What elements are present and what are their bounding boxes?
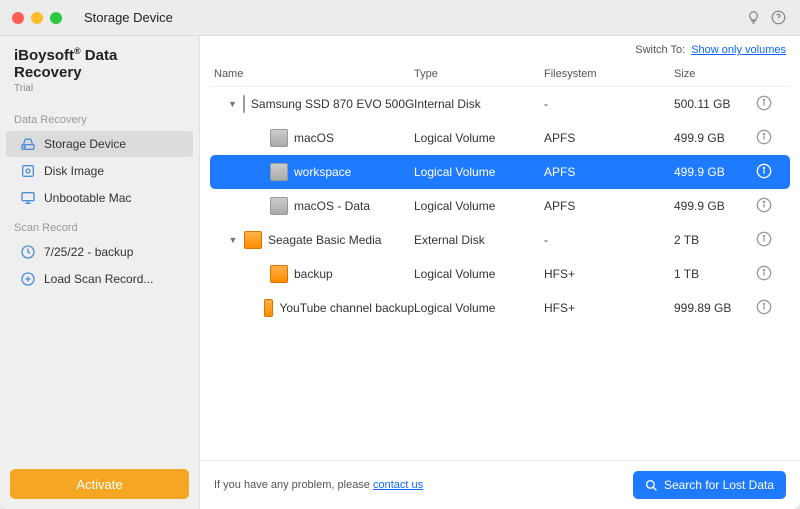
table-row[interactable]: macOS Logical VolumeAPFS499.9 GB (210, 121, 790, 155)
switch-label: Switch To: (635, 44, 685, 56)
chevron-down-icon[interactable]: ▼ (228, 235, 238, 245)
table-row[interactable]: ▼ Seagate Basic Media External Disk-2 TB (210, 223, 790, 257)
sidebar-item-label: 7/25/22 - backup (44, 245, 133, 259)
sidebar: iBoysoft® Data Recovery Trial Data Recov… (0, 36, 200, 509)
row-fs: - (544, 97, 674, 111)
footer: If you have any problem, please contact … (200, 460, 800, 509)
row-size: 499.9 GB (674, 131, 756, 145)
info-icon[interactable] (756, 95, 772, 111)
row-type: Logical Volume (414, 199, 544, 213)
info-icon[interactable] (756, 265, 772, 281)
table-row[interactable]: workspace Logical VolumeAPFS499.9 GB (210, 155, 790, 189)
table-row[interactable]: backup Logical VolumeHFS+1 TB (210, 257, 790, 291)
chevron-down-icon[interactable]: ▼ (228, 99, 237, 109)
external-drive-icon (270, 265, 288, 283)
lightbulb-icon[interactable] (746, 10, 761, 25)
internal-drive-icon (243, 95, 245, 113)
table-header: Name Type Filesystem Size (210, 62, 790, 87)
storage-table: Name Type Filesystem Size ▼ Samsung SSD 8… (200, 62, 800, 460)
main-panel: Switch To: Show only volumes Name Type F… (200, 36, 800, 509)
row-fs: APFS (544, 199, 674, 213)
search-icon (645, 479, 658, 492)
row-fs: APFS (544, 131, 674, 145)
switch-row: Switch To: Show only volumes (200, 36, 800, 62)
col-size[interactable]: Size (674, 68, 756, 80)
row-name: workspace (294, 165, 351, 179)
internal-drive-icon (270, 129, 288, 147)
row-size: 1 TB (674, 267, 756, 281)
titlebar: Storage Device (0, 0, 800, 36)
info-icon[interactable] (756, 163, 772, 179)
info-icon[interactable] (756, 129, 772, 145)
table-row[interactable]: YouTube channel backupLogical VolumeHFS+… (210, 291, 790, 325)
external-drive-icon (244, 231, 262, 249)
help-icon[interactable] (771, 10, 786, 25)
row-name: backup (294, 267, 333, 281)
internal-drive-icon (270, 197, 288, 215)
row-fs: HFS+ (544, 267, 674, 281)
contact-link[interactable]: contact us (373, 479, 423, 491)
row-name: YouTube channel backup (279, 301, 414, 315)
sidebar-item-disk-image[interactable]: Disk Image (6, 158, 193, 184)
info-icon[interactable] (756, 299, 772, 315)
app-window: Storage Device iBoysoft® Data Recovery T… (0, 0, 800, 509)
info-icon[interactable] (756, 197, 772, 213)
brand-trial: Trial (0, 83, 199, 104)
row-name: Samsung SSD 870 EVO 500GB... (251, 97, 414, 111)
activate-button[interactable]: Activate (10, 469, 189, 499)
sidebar-item-label: Storage Device (44, 137, 126, 151)
table-row[interactable]: ▼ Samsung SSD 870 EVO 500GB...Internal Di… (210, 87, 790, 121)
col-type[interactable]: Type (414, 68, 544, 80)
row-name: macOS - Data (294, 199, 370, 213)
row-name: Seagate Basic Media (268, 233, 381, 247)
zoom-icon[interactable] (50, 12, 62, 24)
row-fs: - (544, 233, 674, 247)
row-name: macOS (294, 131, 334, 145)
sidebar-item-load-scan-record-[interactable]: Load Scan Record... (6, 266, 193, 292)
switch-link[interactable]: Show only volumes (691, 44, 786, 56)
row-size: 500.11 GB (674, 97, 756, 111)
external-drive-icon (264, 299, 273, 317)
sidebar-item-unbootable-mac[interactable]: Unbootable Mac (6, 185, 193, 211)
brand-name: iBoysoft® Data Recovery (0, 36, 199, 83)
traffic-lights (0, 12, 74, 24)
close-icon[interactable] (12, 12, 24, 24)
col-name[interactable]: Name (214, 68, 414, 80)
search-button[interactable]: Search for Lost Data (633, 471, 786, 499)
footer-text: If you have any problem, please (214, 479, 373, 491)
sidebar-item-label: Disk Image (44, 164, 104, 178)
section-label: Scan Record (0, 212, 199, 238)
row-size: 2 TB (674, 233, 756, 247)
row-size: 499.9 GB (674, 165, 756, 179)
row-type: External Disk (414, 233, 544, 247)
row-type: Logical Volume (414, 131, 544, 145)
row-fs: HFS+ (544, 301, 674, 315)
row-size: 499.9 GB (674, 199, 756, 213)
minimize-icon[interactable] (31, 12, 43, 24)
row-size: 999.89 GB (674, 301, 756, 315)
sidebar-item-label: Load Scan Record... (44, 272, 153, 286)
table-row[interactable]: macOS - Data Logical VolumeAPFS499.9 GB (210, 189, 790, 223)
section-label: Data Recovery (0, 104, 199, 130)
row-fs: APFS (544, 165, 674, 179)
row-type: Internal Disk (414, 97, 544, 111)
window-title: Storage Device (74, 10, 746, 25)
row-type: Logical Volume (414, 301, 544, 315)
row-type: Logical Volume (414, 267, 544, 281)
col-fs[interactable]: Filesystem (544, 68, 674, 80)
sidebar-item-label: Unbootable Mac (44, 191, 131, 205)
internal-drive-icon (270, 163, 288, 181)
search-button-label: Search for Lost Data (664, 478, 774, 492)
sidebar-item-storage-device[interactable]: Storage Device (6, 131, 193, 157)
info-icon[interactable] (756, 231, 772, 247)
sidebar-item-7-25-22-backup[interactable]: 7/25/22 - backup (6, 239, 193, 265)
row-type: Logical Volume (414, 165, 544, 179)
